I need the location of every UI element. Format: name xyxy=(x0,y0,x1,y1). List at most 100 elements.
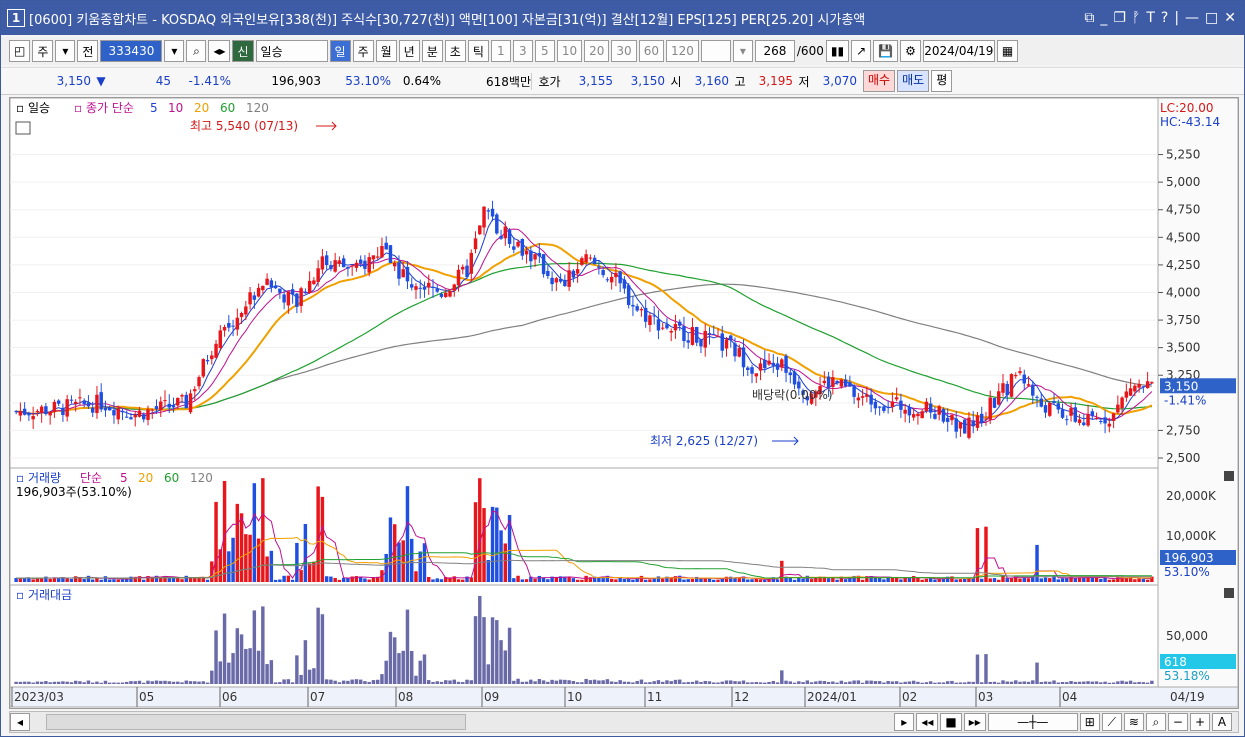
candle-body[interactable] xyxy=(503,226,508,239)
amount-bar[interactable] xyxy=(605,679,610,684)
amount-bar[interactable] xyxy=(792,682,797,684)
amount-bar[interactable] xyxy=(69,682,74,684)
candle-body[interactable] xyxy=(1090,411,1095,417)
candle-body[interactable] xyxy=(90,407,95,413)
candle-body[interactable] xyxy=(180,395,184,397)
amount-bar[interactable] xyxy=(809,682,814,684)
candle-body[interactable] xyxy=(933,413,937,419)
volume-bar[interactable] xyxy=(269,550,274,582)
amount-bar[interactable] xyxy=(235,628,240,684)
candle-body[interactable] xyxy=(444,292,448,297)
candle-body[interactable] xyxy=(439,293,444,297)
volume-bar[interactable] xyxy=(1026,578,1031,582)
amount-bar[interactable] xyxy=(601,680,605,684)
candle-body[interactable] xyxy=(239,312,244,317)
candle-body[interactable] xyxy=(720,333,724,351)
candle-body[interactable] xyxy=(1009,374,1014,397)
amount-bar[interactable] xyxy=(137,680,142,684)
amount-bar[interactable] xyxy=(1056,682,1061,684)
candle-body[interactable] xyxy=(550,277,554,285)
candle-body[interactable] xyxy=(1103,417,1107,424)
volume-bar[interactable] xyxy=(307,563,312,582)
amount-bar[interactable] xyxy=(273,682,278,684)
amount-bar[interactable] xyxy=(643,682,648,684)
candle-body[interactable] xyxy=(193,389,197,392)
amount-bar[interactable] xyxy=(197,681,201,684)
period-day-button[interactable]: 일 xyxy=(329,40,351,62)
volume-bar[interactable] xyxy=(495,507,499,582)
candle-body[interactable] xyxy=(894,397,899,400)
volume-bar[interactable] xyxy=(435,578,439,582)
candle-body[interactable] xyxy=(1073,407,1078,422)
period-year-button[interactable]: 년 xyxy=(398,40,420,62)
volume-bar[interactable] xyxy=(958,579,963,582)
amount-bar[interactable] xyxy=(397,653,401,684)
candle-body[interactable] xyxy=(124,416,129,418)
chevron-down-icon[interactable]: ▾ xyxy=(732,40,753,62)
candle-body[interactable] xyxy=(703,330,707,348)
volume-bar[interactable] xyxy=(656,576,661,582)
amount-bar[interactable] xyxy=(567,680,571,684)
amount-bar[interactable] xyxy=(669,681,673,684)
stock-code-input[interactable]: 333430 xyxy=(100,40,163,62)
layout-icon[interactable]: ◰ xyxy=(9,40,31,62)
amount-bar[interactable] xyxy=(48,682,52,684)
amount-bar[interactable] xyxy=(346,680,350,684)
amount-bar[interactable] xyxy=(928,681,933,684)
volume-bar[interactable] xyxy=(737,578,741,582)
amount-bar[interactable] xyxy=(894,681,899,684)
volume-bar[interactable] xyxy=(584,575,588,582)
candle-body[interactable] xyxy=(1052,401,1056,403)
candle-body[interactable] xyxy=(214,343,218,358)
amount-bar[interactable] xyxy=(56,681,61,684)
candle-body[interactable] xyxy=(405,266,410,282)
amount-bar[interactable] xyxy=(954,682,958,684)
candle-body[interactable] xyxy=(992,398,997,408)
amount-bar[interactable] xyxy=(958,682,963,684)
amount-bar[interactable] xyxy=(890,681,895,684)
amount-bar[interactable] xyxy=(903,681,907,684)
candle-body[interactable] xyxy=(278,288,282,293)
amount-bar[interactable] xyxy=(767,681,771,684)
candle-body[interactable] xyxy=(367,257,371,273)
volume-bar[interactable] xyxy=(324,576,329,582)
candle-body[interactable] xyxy=(916,413,920,417)
candle-body[interactable] xyxy=(290,289,295,295)
amount-bar[interactable] xyxy=(712,682,716,684)
candle-body[interactable] xyxy=(822,380,827,384)
amount-bar[interactable] xyxy=(984,654,988,684)
volume-bar[interactable] xyxy=(112,579,116,582)
amount-bar[interactable] xyxy=(265,664,269,684)
amount-bar[interactable] xyxy=(244,648,248,684)
search-icon[interactable]: ⌕ xyxy=(186,40,207,62)
volume-bar[interactable] xyxy=(724,576,729,582)
candle-body[interactable] xyxy=(775,363,780,370)
candle-body[interactable] xyxy=(529,250,533,262)
candle-body[interactable] xyxy=(1031,384,1035,396)
candle-body[interactable] xyxy=(261,285,265,291)
amount-bar[interactable] xyxy=(1014,680,1018,684)
candle-body[interactable] xyxy=(65,399,69,417)
amount-bar[interactable] xyxy=(971,681,975,684)
volume-bar[interactable] xyxy=(180,579,184,582)
volume-bar[interactable] xyxy=(580,579,584,582)
amount-bar[interactable] xyxy=(499,640,503,684)
volume-bar[interactable] xyxy=(107,579,112,582)
candle-body[interactable] xyxy=(371,255,376,260)
candle-body[interactable] xyxy=(571,270,576,278)
candle-body[interactable] xyxy=(307,280,312,294)
candle-body[interactable] xyxy=(82,401,86,405)
amount-bar[interactable] xyxy=(490,617,495,684)
candle-body[interactable] xyxy=(324,255,329,266)
candle-body[interactable] xyxy=(52,401,57,412)
volume-bar[interactable] xyxy=(439,579,444,582)
candle-body[interactable] xyxy=(712,333,716,335)
volume-bar[interactable] xyxy=(750,579,754,582)
volume-bar[interactable] xyxy=(609,578,614,582)
volume-bar[interactable] xyxy=(397,542,401,582)
candle-body[interactable] xyxy=(643,307,648,322)
amount-bar[interactable] xyxy=(537,679,542,684)
volume-bar[interactable] xyxy=(18,578,23,582)
amount-bar[interactable] xyxy=(737,681,741,684)
amount-bar[interactable] xyxy=(869,680,873,684)
